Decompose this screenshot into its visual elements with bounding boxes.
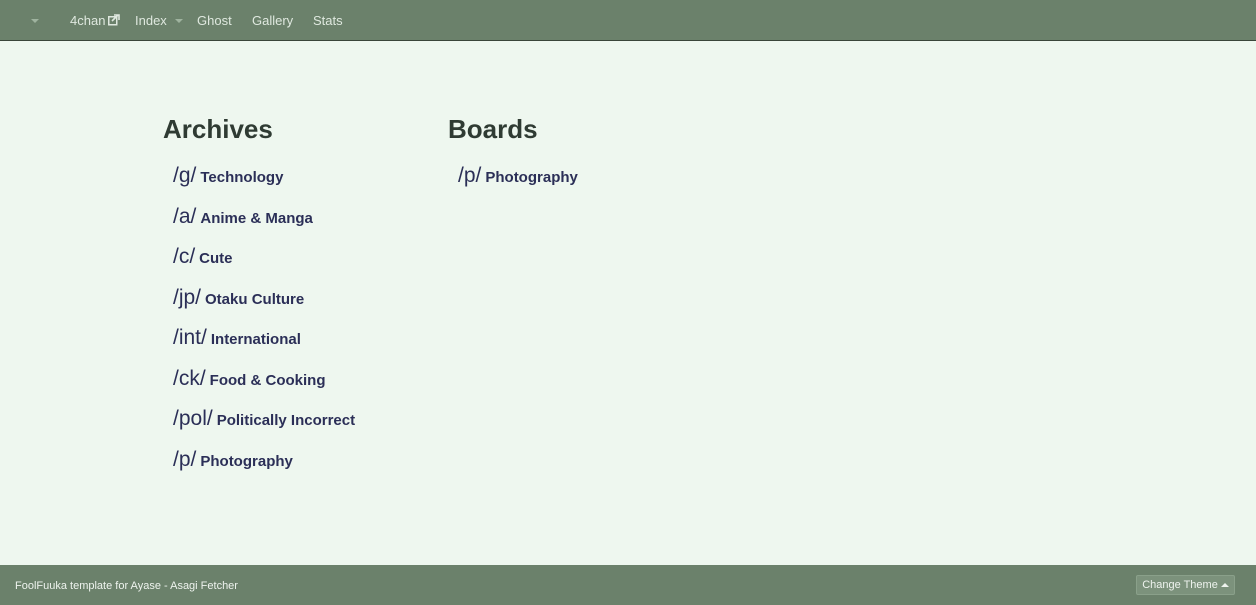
list-item: /g/Technology <box>173 161 433 202</box>
list-item: /a/Anime & Manga <box>173 202 433 243</box>
nav-item-stats[interactable]: Stats <box>313 12 343 29</box>
board-name: International <box>210 331 301 348</box>
external-link-icon <box>108 14 121 26</box>
board-code: /ck/ <box>173 366 206 390</box>
boards-board-list: /p/Photography <box>458 161 718 202</box>
board-code: /g/ <box>173 164 197 187</box>
board-name: Cute <box>199 250 233 267</box>
board-link-c[interactable]: /c/Cute <box>173 245 233 268</box>
nav-item-index[interactable]: Index <box>135 12 167 29</box>
board-name: Food & Cooking <box>209 371 326 389</box>
list-item: /ck/Food & Cooking <box>173 364 433 405</box>
caret-up-icon <box>1220 583 1229 587</box>
board-code: /c/ <box>173 245 196 268</box>
board-name: Anime & Manga <box>200 209 313 227</box>
list-item: /pol/Politically Incorrect <box>173 404 433 445</box>
board-name: Photography <box>200 452 293 470</box>
archives-section: Archives /g/Technology /a/Anime & Manga … <box>163 112 355 471</box>
board-link-ck[interactable]: /ck/Food & Cooking <box>173 367 326 390</box>
board-code: /a/ <box>173 204 197 228</box>
board-code: /p/ <box>458 164 482 187</box>
board-link-pol[interactable]: /pol/Politically Incorrect <box>173 407 356 430</box>
board-link-p[interactable]: /p/Photography <box>173 448 293 471</box>
board-code: /int/ <box>173 326 207 349</box>
change-theme-label: Change Theme <box>1142 579 1218 591</box>
board-name: Technology <box>200 169 284 186</box>
nav-item-4chan[interactable]: 4chan <box>70 12 121 29</box>
change-theme-button[interactable]: Change Theme <box>1136 575 1235 595</box>
board-link-g[interactable]: /g/Technology <box>173 164 284 187</box>
board-code: /p/ <box>173 447 197 471</box>
archives-board-list: /g/Technology /a/Anime & Manga /c/Cute /… <box>173 161 433 485</box>
archives-heading: Archives <box>163 114 273 144</box>
board-link-a[interactable]: /a/Anime & Manga <box>173 205 313 228</box>
boards-section: Boards /p/Photography <box>448 112 578 187</box>
board-link-jp[interactable]: /jp/Otaku Culture <box>173 286 305 309</box>
menu-dropdown-icon[interactable] <box>31 19 39 23</box>
list-item: /jp/Otaku Culture <box>173 283 433 324</box>
board-link-int[interactable]: /int/International <box>173 326 301 349</box>
board-name: Otaku Culture <box>205 290 305 308</box>
list-item: /int/International <box>173 323 433 364</box>
board-name: Politically Incorrect <box>216 412 356 429</box>
list-item: /p/Photography <box>458 161 718 202</box>
nav-item-gallery[interactable]: Gallery <box>252 12 293 29</box>
list-item: /c/Cute <box>173 242 433 283</box>
boards-heading: Boards <box>448 114 538 144</box>
nav-item-ghost[interactable]: Ghost <box>197 12 232 29</box>
board-link-p[interactable]: /p/Photography <box>458 164 578 187</box>
top-navbar: 4chan Index Ghost Gallery Stats <box>0 0 1256 41</box>
nav-item-label: 4chan <box>70 13 106 28</box>
caret-down-icon[interactable] <box>175 19 183 23</box>
board-name: Photography <box>485 169 578 186</box>
footer-credit: FoolFuuka template for Ayase - Asagi Fet… <box>15 580 238 592</box>
board-code: /jp/ <box>173 285 202 309</box>
board-code: /pol/ <box>173 407 213 430</box>
list-item: /p/Photography <box>173 445 433 486</box>
footer: FoolFuuka template for Ayase - Asagi Fet… <box>0 565 1256 605</box>
